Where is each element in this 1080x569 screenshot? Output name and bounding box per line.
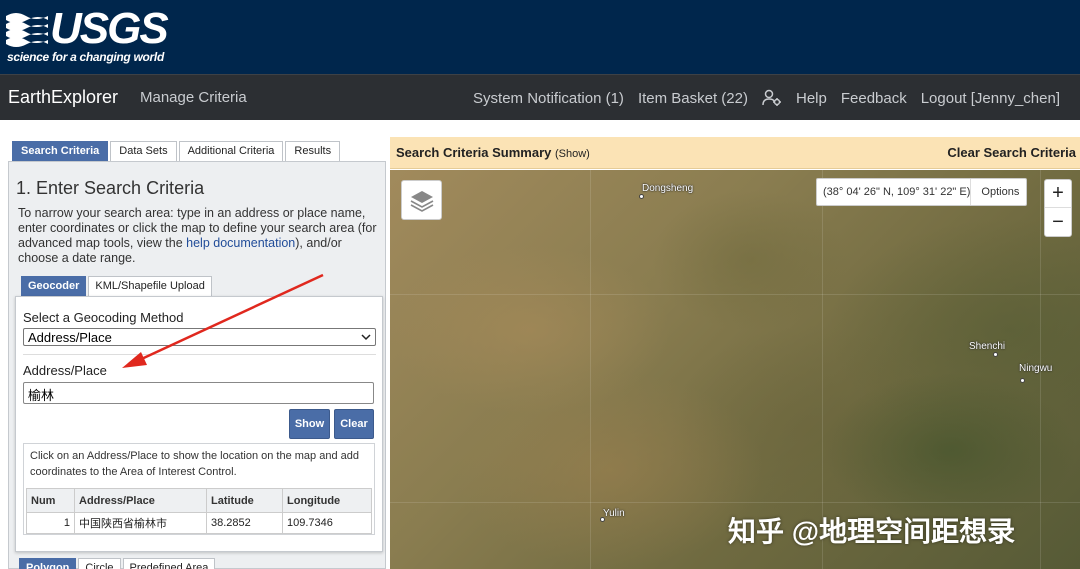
clear-search-criteria-link[interactable]: Clear Search Criteria <box>947 145 1076 160</box>
subtab-geocoder[interactable]: Geocoder <box>21 276 87 296</box>
tab-predefined-area[interactable]: Predefined Area <box>122 558 216 569</box>
cell-latitude: 38.2852 <box>206 512 283 534</box>
area-tabs: Polygon Circle Predefined Area <box>19 558 216 569</box>
col-latitude: Latitude <box>206 488 283 513</box>
zoom-control: + − <box>1044 179 1072 237</box>
geocoder-subtabs: Geocoder KML/Shapefile Upload <box>21 276 212 296</box>
app-brand[interactable]: EarthExplorer <box>8 87 118 108</box>
summary-title-text: Search Criteria Summary <box>396 145 552 160</box>
manage-criteria-link[interactable]: Manage Criteria <box>140 89 247 106</box>
address-label: Address/Place <box>23 363 107 378</box>
help-link[interactable]: Help <box>796 90 827 107</box>
panel-description: To narrow your search area: type in an a… <box>18 206 380 266</box>
search-summary-bar: Search Criteria Summary (Show) Clear Sea… <box>390 137 1080 169</box>
divider <box>23 354 376 355</box>
summary-title: Search Criteria Summary (Show) <box>396 145 590 160</box>
geocoding-method-label: Select a Geocoding Method <box>23 310 184 325</box>
coordinate-text: (38° 04' 26" N, 109° 31' 22" E) <box>823 186 971 198</box>
tab-data-sets[interactable]: Data Sets <box>110 141 177 161</box>
results-box: Click on an Address/Place to show the lo… <box>23 443 375 535</box>
address-input[interactable]: 榆林 <box>23 382 374 404</box>
tab-search-criteria[interactable]: Search Criteria <box>12 141 109 161</box>
show-button[interactable]: Show <box>289 409 330 439</box>
top-navbar: EarthExplorer Manage Criteria System Not… <box>0 74 1080 120</box>
usgs-tagline: science for a changing world <box>7 50 164 64</box>
zoom-out-button[interactable]: − <box>1045 208 1071 236</box>
satellite-map[interactable]: (38° 04' 26" N, 109° 31' 22" E) Options … <box>390 170 1080 569</box>
options-button[interactable]: Options <box>970 179 1029 205</box>
zoom-in-button[interactable]: + <box>1045 180 1071 208</box>
summary-show-link[interactable]: (Show) <box>555 148 590 160</box>
logout-link[interactable]: Logout [Jenny_chen] <box>921 90 1060 107</box>
city-label-yulin: Yulin <box>603 508 625 519</box>
col-longitude: Longitude <box>282 488 372 513</box>
tab-circle[interactable]: Circle <box>78 558 121 569</box>
user-gear-icon[interactable] <box>762 89 782 107</box>
table-row[interactable]: 1 中国陕西省榆林市 38.2852 109.7346 <box>26 512 372 534</box>
tab-results[interactable]: Results <box>285 141 341 161</box>
geocoder-box: Select a Geocoding Method Address/Place … <box>15 296 383 552</box>
tab-additional-criteria[interactable]: Additional Criteria <box>178 141 284 161</box>
chevron-down-icon <box>361 334 371 341</box>
city-label-shenchi: Shenchi <box>969 341 1006 352</box>
subtab-kml-upload[interactable]: KML/Shapefile Upload <box>88 276 212 296</box>
geocoding-method-select[interactable]: Address/Place <box>23 328 376 346</box>
system-notification-link[interactable]: System Notification (1) <box>473 90 624 107</box>
city-marker <box>639 194 644 199</box>
usgs-wave-icon <box>6 13 48 47</box>
main-tabs: Search Criteria Data Sets Additional Cri… <box>12 141 341 161</box>
tab-polygon[interactable]: Polygon <box>19 558 77 569</box>
col-address: Address/Place <box>74 488 207 513</box>
usgs-header: USGS science for a changing world <box>0 0 1080 74</box>
layers-button[interactable] <box>401 180 442 220</box>
city-label-ningwu: Ningwu <box>1019 363 1053 374</box>
usgs-logo-text: USGS <box>50 4 169 53</box>
usgs-logo[interactable]: USGS science for a changing world <box>6 4 169 66</box>
map-gridline <box>390 294 1080 295</box>
geocoding-method-value: Address/Place <box>28 329 112 345</box>
city-label-dongsheng: Dongsheng <box>642 183 694 194</box>
results-info-text: Click on an Address/Place to show the lo… <box>30 450 359 478</box>
cell-num: 1 <box>26 512 75 534</box>
map-gridline <box>590 170 591 569</box>
cell-longitude: 109.7346 <box>282 512 372 534</box>
item-basket-link[interactable]: Item Basket (22) <box>638 90 748 107</box>
search-criteria-body: 1. Enter Search Criteria To narrow your … <box>8 161 386 569</box>
city-marker <box>1020 378 1025 383</box>
panel-title: 1. Enter Search Criteria <box>16 178 205 198</box>
map-area: Search Criteria Summary (Show) Clear Sea… <box>390 137 1080 569</box>
feedback-link[interactable]: Feedback <box>841 90 907 107</box>
search-panel: Search Criteria Data Sets Additional Cri… <box>0 120 390 569</box>
help-documentation-link[interactable]: help documentation <box>186 236 295 250</box>
map-gridline <box>390 502 1080 503</box>
nav-right-group: System Notification (1) Item Basket (22)… <box>473 89 1060 107</box>
zhihu-watermark: 知乎 @地理空间距想录 <box>728 516 1016 547</box>
layers-icon <box>410 191 433 212</box>
coordinate-readout: (38° 04' 26" N, 109° 31' 22" E) Options <box>816 178 1027 206</box>
cell-address[interactable]: 中国陕西省榆林市 <box>74 512 207 534</box>
city-marker <box>993 352 998 357</box>
results-table: Num Address/Place Latitude Longitude 1 中… <box>26 488 372 534</box>
clear-button[interactable]: Clear <box>334 409 374 439</box>
col-num: Num <box>26 488 75 513</box>
